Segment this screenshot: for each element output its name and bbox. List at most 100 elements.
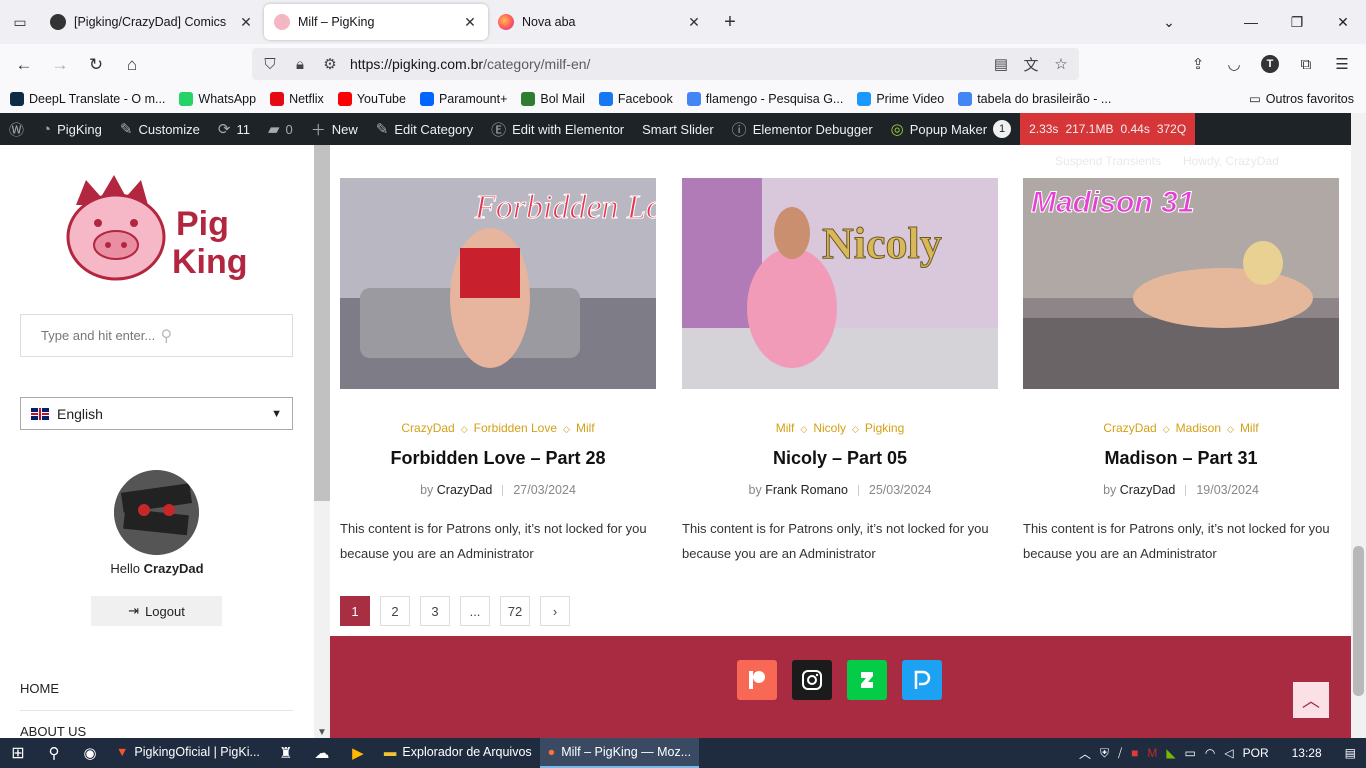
bookmark-item[interactable]: YouTube [337,92,406,106]
taskbar-app-explorer[interactable]: ▬ Explorador de Arquivos [376,738,540,768]
picarto-icon[interactable] [902,660,942,700]
bookmark-item[interactable]: Prime Video [857,92,944,106]
admin-comments-link[interactable]: ▰ 0 [259,113,302,145]
back-to-top-button[interactable]: ︿ [1293,682,1329,718]
tab-list-icon[interactable]: ▭ [0,0,40,44]
patreon-icon[interactable] [737,660,777,700]
tray-app-icon[interactable]: ■ [1131,746,1138,760]
bookmark-star-icon[interactable]: ☆ [1051,55,1071,73]
category-link[interactable]: Madison [1176,421,1221,435]
forward-button[interactable]: → [42,49,78,81]
tray-mcafee-icon[interactable]: M [1147,746,1157,760]
language-select[interactable]: English ▼ [20,397,293,430]
pigking-logo[interactable]: Pig King [66,175,250,285]
bookmark-item[interactable]: Facebook [598,92,673,106]
scroll-down-arrow-icon[interactable]: ▼ [317,727,327,738]
category-link[interactable]: Milf [776,421,795,435]
sidebar-scrollbar-thumb[interactable] [314,145,330,501]
chrome-icon[interactable]: ◉ [72,738,108,768]
taskbar-app-firefox[interactable]: ● Milf – PigKing — Moz... [539,738,700,768]
battery-icon[interactable]: ▭ [1185,746,1196,760]
sidebar-scrollbar[interactable]: ▼ [314,145,330,738]
shield-icon[interactable]: ⛉ [260,56,280,73]
category-link[interactable]: Pigking [865,421,904,435]
admin-debugger-link[interactable]: ⓘ Elementor Debugger [723,113,882,145]
next-page-icon[interactable]: › [540,596,570,626]
close-tab-icon[interactable]: ✕ [462,14,478,31]
close-window-button[interactable]: ✕ [1320,0,1366,44]
page-link-last[interactable]: 72 [500,596,530,626]
category-link[interactable]: Milf [1240,421,1259,435]
page-scrollbar-thumb[interactable] [1353,546,1364,696]
bookmark-item[interactable]: Netflix [270,92,324,106]
maximize-button[interactable]: ❐ [1274,0,1320,44]
clock[interactable]: 13:28 [1292,746,1322,760]
category-link[interactable]: Milf [576,421,595,435]
admin-customize-link[interactable]: ✎ Customize [111,113,209,145]
new-tab-button[interactable]: + [712,4,748,40]
menu-item-about-us[interactable]: ABOUT US [20,724,293,738]
volume-icon[interactable]: ◁ [1224,746,1233,760]
close-tab-icon[interactable]: ✕ [686,14,702,31]
category-link[interactable]: CrazyDad [1103,421,1156,435]
page-scrollbar[interactable] [1351,113,1366,738]
bookmark-item[interactable]: Bol Mail [521,92,585,106]
query-monitor-stats[interactable]: 2.33s 217.1MB 0.44s 372Q [1020,113,1196,145]
windows-start-icon[interactable]: ⊞ [0,738,36,768]
tab-pigking-comics[interactable]: [Pigking/CrazyDad] Comics | Pa ✕ [40,4,264,40]
bookmark-item[interactable]: WhatsApp [179,92,256,106]
translate-icon[interactable]: 文 [1021,54,1041,75]
post-title[interactable]: Nicoly – Part 05 [682,448,998,469]
deviantart-icon[interactable] [847,660,887,700]
post-author[interactable]: Frank Romano [765,483,848,497]
bookmark-item[interactable]: Paramount+ [419,92,507,106]
category-link[interactable]: Forbidden Love [474,421,557,435]
wifi-icon[interactable]: ◠ [1205,746,1215,760]
post-thumbnail[interactable]: Forbidden Love 28 [340,178,736,389]
post-title[interactable]: Forbidden Love – Part 28 [340,448,656,469]
post-thumbnail[interactable]: Nicoly [682,178,998,389]
back-button[interactable]: ← [6,49,42,81]
extensions-icon[interactable]: ⧉ [1290,48,1322,80]
search-placeholder[interactable]: Type and hit enter... [41,328,161,343]
page-link-current[interactable]: 1 [340,596,370,626]
cloud-app-icon[interactable]: ☁ [304,738,340,768]
bookmark-item[interactable]: tabela do brasileirão - ... [958,92,1111,106]
home-button[interactable]: ⌂ [114,49,150,81]
howdy-user-link[interactable]: Howdy, CrazyDad [1183,154,1279,168]
tab-nova-aba[interactable]: Nova aba ✕ [488,4,712,40]
tray-network-off-icon[interactable]: ⧸ [1118,746,1122,761]
menu-icon[interactable]: ☰ [1326,48,1358,80]
post-title[interactable]: Madison – Part 31 [1023,448,1339,469]
tray-nvidia-icon[interactable]: ◣ [1166,746,1175,760]
bookmark-item[interactable]: DeepL Translate - O m... [10,92,165,106]
post-thumbnail[interactable]: Madison 31 [1023,178,1339,389]
minimize-button[interactable]: — [1228,0,1274,44]
instagram-icon[interactable] [792,660,832,700]
permissions-icon[interactable]: ⚙ [320,55,340,73]
save-pocket-icon[interactable]: ⇪ [1182,48,1214,80]
admin-elementor-link[interactable]: Ⓔ Edit with Elementor [482,113,633,145]
page-link[interactable]: 2 [380,596,410,626]
reader-view-icon[interactable]: ▤ [991,55,1011,73]
sidebar-search[interactable]: Type and hit enter... ⚲ [20,314,293,357]
tab-milf-pigking[interactable]: Milf – PigKing ✕ [264,4,488,40]
menu-item-home[interactable]: HOME [20,681,293,711]
logout-button[interactable]: ⇥ Logout [91,596,222,626]
app-icon[interactable]: ♜ [268,738,304,768]
admin-new-link[interactable]: ＋ New [302,113,367,145]
admin-updates-link[interactable]: ⟳ 11 [209,113,259,145]
account-avatar-icon[interactable]: T [1261,55,1279,73]
close-tab-icon[interactable]: ✕ [238,14,254,31]
media-player-icon[interactable]: ▶ [340,738,376,768]
post-author[interactable]: CrazyDad [437,483,493,497]
wordpress-logo-icon[interactable]: Ⓦ [0,113,33,145]
reload-button[interactable]: ↻ [78,49,114,81]
taskbar-app-brave[interactable]: ▼ PigkingOficial | PigKi... [108,738,268,768]
other-bookmarks-folder[interactable]: ▭ Outros favoritos [1249,91,1354,107]
url-bar[interactable]: ⛉ 🔒︎ ⚙ https://pigking.com.br/category/m… [252,48,1079,80]
search-icon[interactable]: ⚲ [161,326,281,346]
language-indicator[interactable]: POR [1243,746,1269,760]
url-text[interactable]: https://pigking.com.br/category/milf-en/ [350,56,981,72]
tray-app-icon[interactable]: ⛨ [1100,746,1109,761]
